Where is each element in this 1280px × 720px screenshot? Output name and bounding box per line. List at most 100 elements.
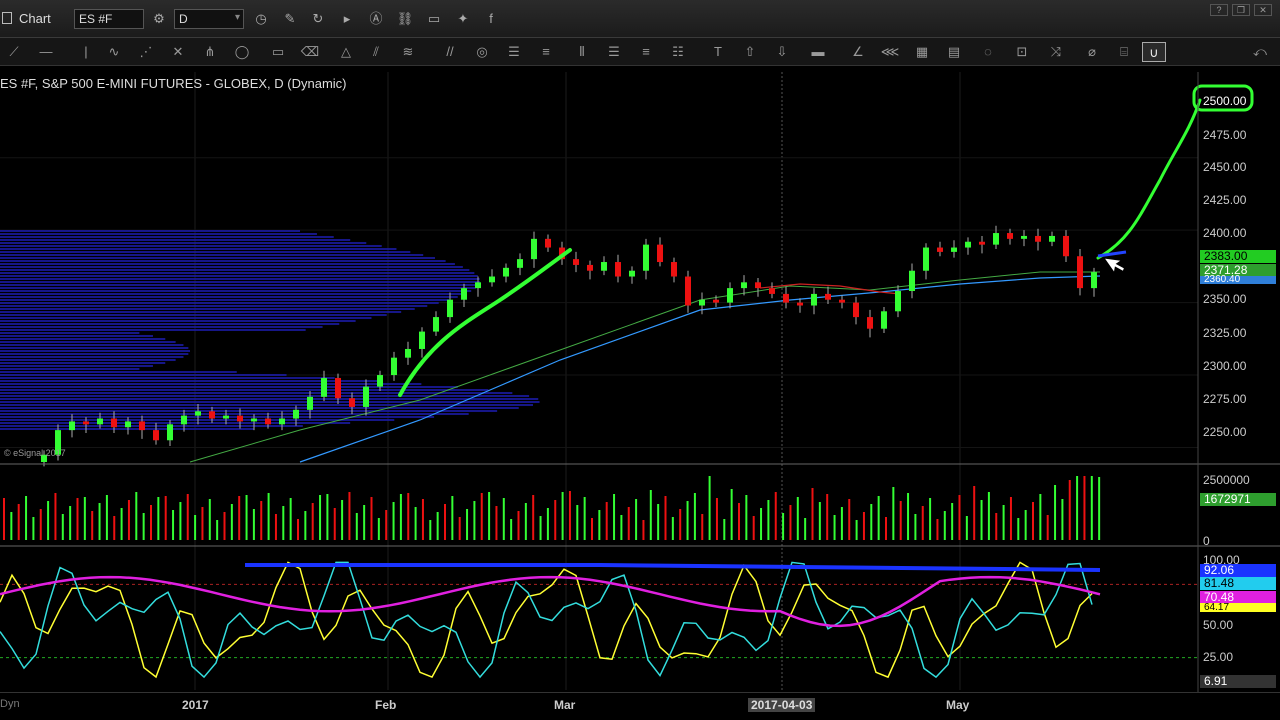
alert-icon[interactable]: Ⓐ: [365, 9, 387, 29]
candle-up: [923, 247, 929, 271]
candle-up: [951, 247, 957, 252]
clock-icon[interactable]: ◷: [250, 9, 272, 29]
candle-up: [461, 288, 467, 300]
parallel-lines-icon[interactable]: //: [438, 42, 462, 62]
fan-lines-icon[interactable]: ⋘: [878, 42, 902, 62]
volume-profile-bar: [0, 398, 539, 400]
candle-up: [223, 415, 229, 419]
symbol-input[interactable]: ES #F: [74, 9, 144, 29]
price-tick: 2275.00: [1203, 392, 1247, 406]
candle-up: [1049, 235, 1055, 242]
help-icon[interactable]: ?: [1210, 4, 1228, 16]
volume-profile-bar: [0, 332, 140, 334]
volume-profile-bar: [0, 320, 356, 322]
volume-profile-bar: [0, 416, 435, 418]
candle-up: [307, 396, 313, 410]
clear-tool-icon[interactable]: ⌀: [1080, 42, 1104, 62]
block-tool-icon[interactable]: ▬: [806, 42, 830, 62]
volume-profile-bar: [0, 251, 411, 253]
link-icon[interactable]: ⛓: [394, 9, 416, 29]
volume-profile-bar: [0, 401, 540, 403]
restore-icon[interactable]: ❐: [1232, 4, 1250, 16]
date-label: Feb: [375, 698, 397, 712]
target-price-label: 2500.00: [1203, 94, 1247, 108]
fib-extension-icon[interactable]: ≡: [634, 42, 658, 62]
volume-profile-bar: [0, 296, 458, 298]
pencil-icon[interactable]: ✎: [279, 9, 301, 29]
text-tool-icon[interactable]: T: [706, 42, 730, 62]
pattern-tool-icon[interactable]: ⊡: [1010, 42, 1034, 62]
grid-tool-icon[interactable]: ▦: [910, 42, 934, 62]
candle-up: [69, 421, 75, 431]
volume-profile-bar: [0, 428, 254, 430]
angle-tool-icon[interactable]: ∠: [846, 42, 870, 62]
candle-down: [1063, 235, 1069, 257]
fib-fan-icon[interactable]: ☷: [666, 42, 690, 62]
cross-hair-tool-icon[interactable]: ⤨: [1044, 42, 1068, 62]
lock-tool-icon[interactable]: ⌸: [1112, 42, 1136, 62]
gear-icon[interactable]: ⚙: [148, 9, 170, 29]
candle-down: [587, 264, 593, 271]
volume-profile-bar: [0, 242, 367, 244]
candle-down: [979, 241, 985, 245]
facebook-icon[interactable]: f: [480, 9, 502, 29]
volume-profile-bar: [0, 395, 530, 397]
candle-down: [209, 411, 215, 419]
ellipse-tool-icon[interactable]: ◯: [230, 42, 254, 62]
levels-tool-icon[interactable]: ☰: [502, 42, 526, 62]
volume-profile-bar: [0, 257, 436, 259]
screen-icon[interactable]: ▭: [423, 9, 445, 29]
date-axis[interactable]: Dyn 2017 Feb Mar 2017-04-03 May: [0, 692, 1280, 720]
zigzag-tool-icon[interactable]: ∿: [102, 42, 126, 62]
candle-up: [405, 348, 411, 358]
volume-profile-bar: [0, 302, 439, 304]
volume-profile-bar: [0, 407, 519, 409]
mob-tool-icon[interactable]: ▤: [942, 42, 966, 62]
candle-up: [643, 244, 649, 271]
cycle-tool-icon[interactable]: ◌: [976, 42, 1000, 62]
candle-down: [713, 299, 719, 303]
volume-profile-bar: [0, 389, 489, 391]
candle-up: [433, 317, 439, 332]
vertical-line-icon[interactable]: |: [74, 42, 98, 62]
fib-tool-icon[interactable]: ≡: [534, 42, 558, 62]
target-tool-icon[interactable]: ◎: [470, 42, 494, 62]
candle-up: [741, 282, 747, 289]
fan-tool-icon[interactable]: ⋰: [134, 42, 158, 62]
cross-tool-icon[interactable]: ✕: [166, 42, 190, 62]
candle-down: [615, 262, 621, 277]
oscillator-tag-2: 81.48: [1200, 577, 1276, 590]
time-zones-icon[interactable]: ⦀: [570, 42, 594, 62]
eraser-tool-icon[interactable]: ⌫: [298, 42, 322, 62]
volume-profile-bar: [0, 356, 184, 358]
candle-up: [363, 386, 369, 407]
line-tool-icon[interactable]: ⟋: [2, 42, 26, 62]
candle-up: [1021, 235, 1027, 239]
candle-down: [265, 418, 271, 425]
volume-tag: 1672971: [1200, 493, 1276, 506]
volume-profile-bar: [0, 230, 300, 232]
horizontal-line-icon[interactable]: —: [34, 42, 58, 62]
arrow-up-icon[interactable]: ⇧: [738, 42, 762, 62]
volume-profile-bar: [0, 260, 446, 262]
play-icon[interactable]: ▸: [336, 9, 358, 29]
triangle-tool-icon[interactable]: △: [334, 42, 358, 62]
channel-tool-icon[interactable]: ⫽: [364, 42, 388, 62]
volume-profile-bar: [0, 335, 153, 337]
candle-down: [839, 299, 845, 303]
rectangle-tool-icon[interactable]: ▭: [266, 42, 290, 62]
twitter-icon[interactable]: ✦: [452, 9, 474, 29]
close-icon[interactable]: ✕: [1254, 4, 1272, 16]
fib-retrace-icon[interactable]: ☰: [602, 42, 626, 62]
wave-tool-icon[interactable]: ≋: [396, 42, 420, 62]
volume-profile-bar: [0, 266, 463, 268]
refresh-icon[interactable]: ↻: [307, 9, 329, 29]
pitchfork-icon[interactable]: ⋔: [198, 42, 222, 62]
arrow-down-icon[interactable]: ⇩: [770, 42, 794, 62]
undo-icon[interactable]: ⤺: [1248, 42, 1272, 62]
price-tag-ma-slow: 2360.40: [1200, 275, 1276, 285]
interval-input[interactable]: D ▾: [174, 9, 244, 29]
magnet-icon[interactable]: ∪: [1142, 42, 1166, 62]
oscillator-tick: 25.00: [1203, 650, 1234, 664]
chart-canvas[interactable]: [0, 72, 1280, 692]
